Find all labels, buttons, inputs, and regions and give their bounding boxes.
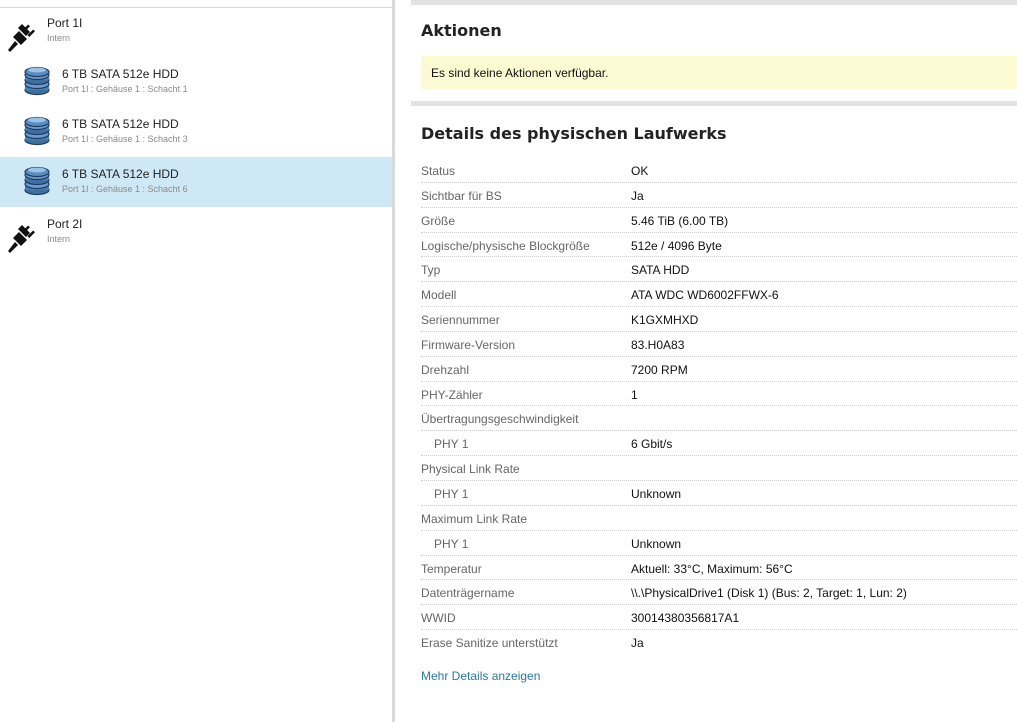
details-value: 1 [631, 387, 638, 402]
actions-title: Aktionen [421, 21, 502, 40]
tree-item-name: Port 2I [47, 217, 83, 231]
tree-item-port[interactable]: Port 2I Intern [0, 207, 392, 257]
details-label: PHY 1 [434, 486, 469, 501]
details-row: Übertragungsgeschwindigkeit [421, 406, 1017, 432]
details-value: 7200 RPM [631, 362, 688, 377]
details-row: PHY 1 6 Gbit/s [421, 431, 1017, 457]
details-row: PHY-Zähler 1 [421, 382, 1017, 407]
details-label: Übertragungsgeschwindigkeit [421, 412, 579, 427]
disk-stack-icon [22, 165, 52, 197]
details-separator [411, 101, 1017, 106]
details-value: K1GXMHXD [631, 313, 699, 328]
details-label: Modell [421, 288, 457, 303]
details-label: Drehzahl [421, 362, 470, 377]
details-label: Größe [421, 213, 456, 228]
details-row: Firmware-Version 83.H0A83 [421, 332, 1017, 357]
details-row: WWID 30014380356817A1 [421, 605, 1017, 631]
details-value: Aktuell: 33°C, Maximum: 56°C [631, 561, 793, 576]
tree-item-drive[interactable]: 6 TB SATA 512e HDD Port 1I : Gehäuse 1 : … [0, 107, 392, 157]
details-value: 30014380356817A1 [631, 611, 740, 626]
details-title: Details des physischen Laufwerks [421, 124, 727, 143]
actions-notice: Es sind keine Aktionen verfügbar. [421, 56, 1017, 89]
details-row: Datenträgername \\.\PhysicalDrive1 (Disk … [421, 580, 1017, 606]
details-row: Sichtbar für BS Ja [421, 183, 1017, 208]
pane-splitter[interactable] [392, 0, 395, 722]
details-row: PHY 1 Unknown [421, 481, 1017, 506]
details-label: Physical Link Rate [421, 462, 520, 477]
tree-item-name: 6 TB SATA 512e HDD [62, 117, 179, 131]
device-tree: Port 1I Intern 6 TB SATA 512e HDD Port 1I :… [0, 0, 392, 722]
tree-item-name: Port 1I [47, 16, 83, 30]
details-row: Logische/physische Blockgröße 512e / 4096… [421, 233, 1017, 258]
tree-item-drive[interactable]: 6 TB SATA 512e HDD Port 1I : Gehäuse 1 : … [0, 157, 392, 207]
actions-separator [411, 0, 1017, 5]
details-label: Datenträgername [421, 586, 515, 601]
details-label: PHY 1 [434, 437, 469, 452]
details-label: Temperatur [421, 561, 482, 576]
details-row: Maximum Link Rate [421, 506, 1017, 531]
details-label: Seriennummer [421, 313, 500, 328]
details-row: Physical Link Rate [421, 456, 1017, 481]
detail-pane: Aktionen Es sind keine Aktionen verfügba… [411, 0, 1017, 722]
tree-item-location: Intern [47, 33, 71, 43]
more-details-link[interactable]: Mehr Details anzeigen [421, 669, 540, 683]
details-label: PHY 1 [434, 536, 469, 551]
details-row: PHY 1 Unknown [421, 531, 1017, 556]
details-row: Typ SATA HDD [421, 257, 1017, 283]
details-label: Sichtbar für BS [421, 188, 502, 203]
details-label: Maximum Link Rate [421, 511, 528, 526]
tree-item-drive[interactable]: 6 TB SATA 512e HDD Port 1I : Gehäuse 1 : … [0, 57, 392, 107]
tree-item-location: Intern [47, 234, 71, 244]
tree-item-port[interactable]: Port 1I Intern [0, 6, 392, 56]
details-value: ATA WDC WD6002FFWX-6 [631, 288, 779, 303]
details-row: Seriennummer K1GXMHXD [421, 307, 1017, 332]
details-value: Unknown [631, 536, 682, 551]
details-row: Temperatur Aktuell: 33°C, Maximum: 56°C [421, 556, 1017, 581]
details-value: 6 Gbit/s [631, 437, 673, 452]
tree-item-location: Port 1I : Gehäuse 1 : Schacht 1 [62, 84, 188, 94]
tree-item-location: Port 1I : Gehäuse 1 : Schacht 3 [62, 134, 188, 144]
details-value: Unknown [631, 486, 682, 501]
details-label: PHY-Zähler [421, 387, 483, 402]
details-label: Logische/physische Blockgröße [421, 238, 590, 253]
details-value: OK [631, 164, 649, 178]
details-label: WWID [421, 611, 456, 626]
details-row: Drehzahl 7200 RPM [421, 357, 1017, 382]
details-value: 5.46 TiB (6.00 TB) [631, 213, 729, 228]
details-label: Firmware-Version [421, 337, 516, 352]
details-label: Erase Sanitize unterstützt [421, 636, 558, 651]
details-value: Ja [631, 636, 644, 651]
details-row: Modell ATA WDC WD6002FFWX-6 [421, 282, 1017, 308]
connector-plug-icon [6, 20, 38, 54]
disk-stack-icon [22, 115, 52, 147]
details-value: Ja [631, 188, 644, 203]
details-value: 83.H0A83 [631, 337, 685, 352]
details-label: Typ [421, 263, 441, 278]
details-value: 512e / 4096 Byte [631, 238, 722, 253]
details-row: Größe 5.46 TiB (6.00 TB) [421, 208, 1017, 233]
details-value: SATA HDD [631, 263, 690, 278]
connector-plug-icon [6, 221, 38, 255]
details-row: Status OK [421, 158, 1017, 183]
details-value: \\.\PhysicalDrive1 (Disk 1) (Bus: 2, Tar… [631, 586, 907, 601]
actions-message: Es sind keine Aktionen verfügbar. [431, 66, 609, 80]
details-label: Status [421, 164, 456, 178]
details-table: Status OK Sichtbar für BS Ja Größe 5.46 TiB (… [421, 158, 1017, 655]
disk-stack-icon [22, 65, 52, 97]
tree-item-location: Port 1I : Gehäuse 1 : Schacht 6 [62, 184, 188, 194]
details-row: Erase Sanitize unterstützt Ja [421, 630, 1017, 655]
tree-item-name: 6 TB SATA 512e HDD [62, 167, 179, 181]
tree-item-name: 6 TB SATA 512e HDD [62, 67, 179, 81]
